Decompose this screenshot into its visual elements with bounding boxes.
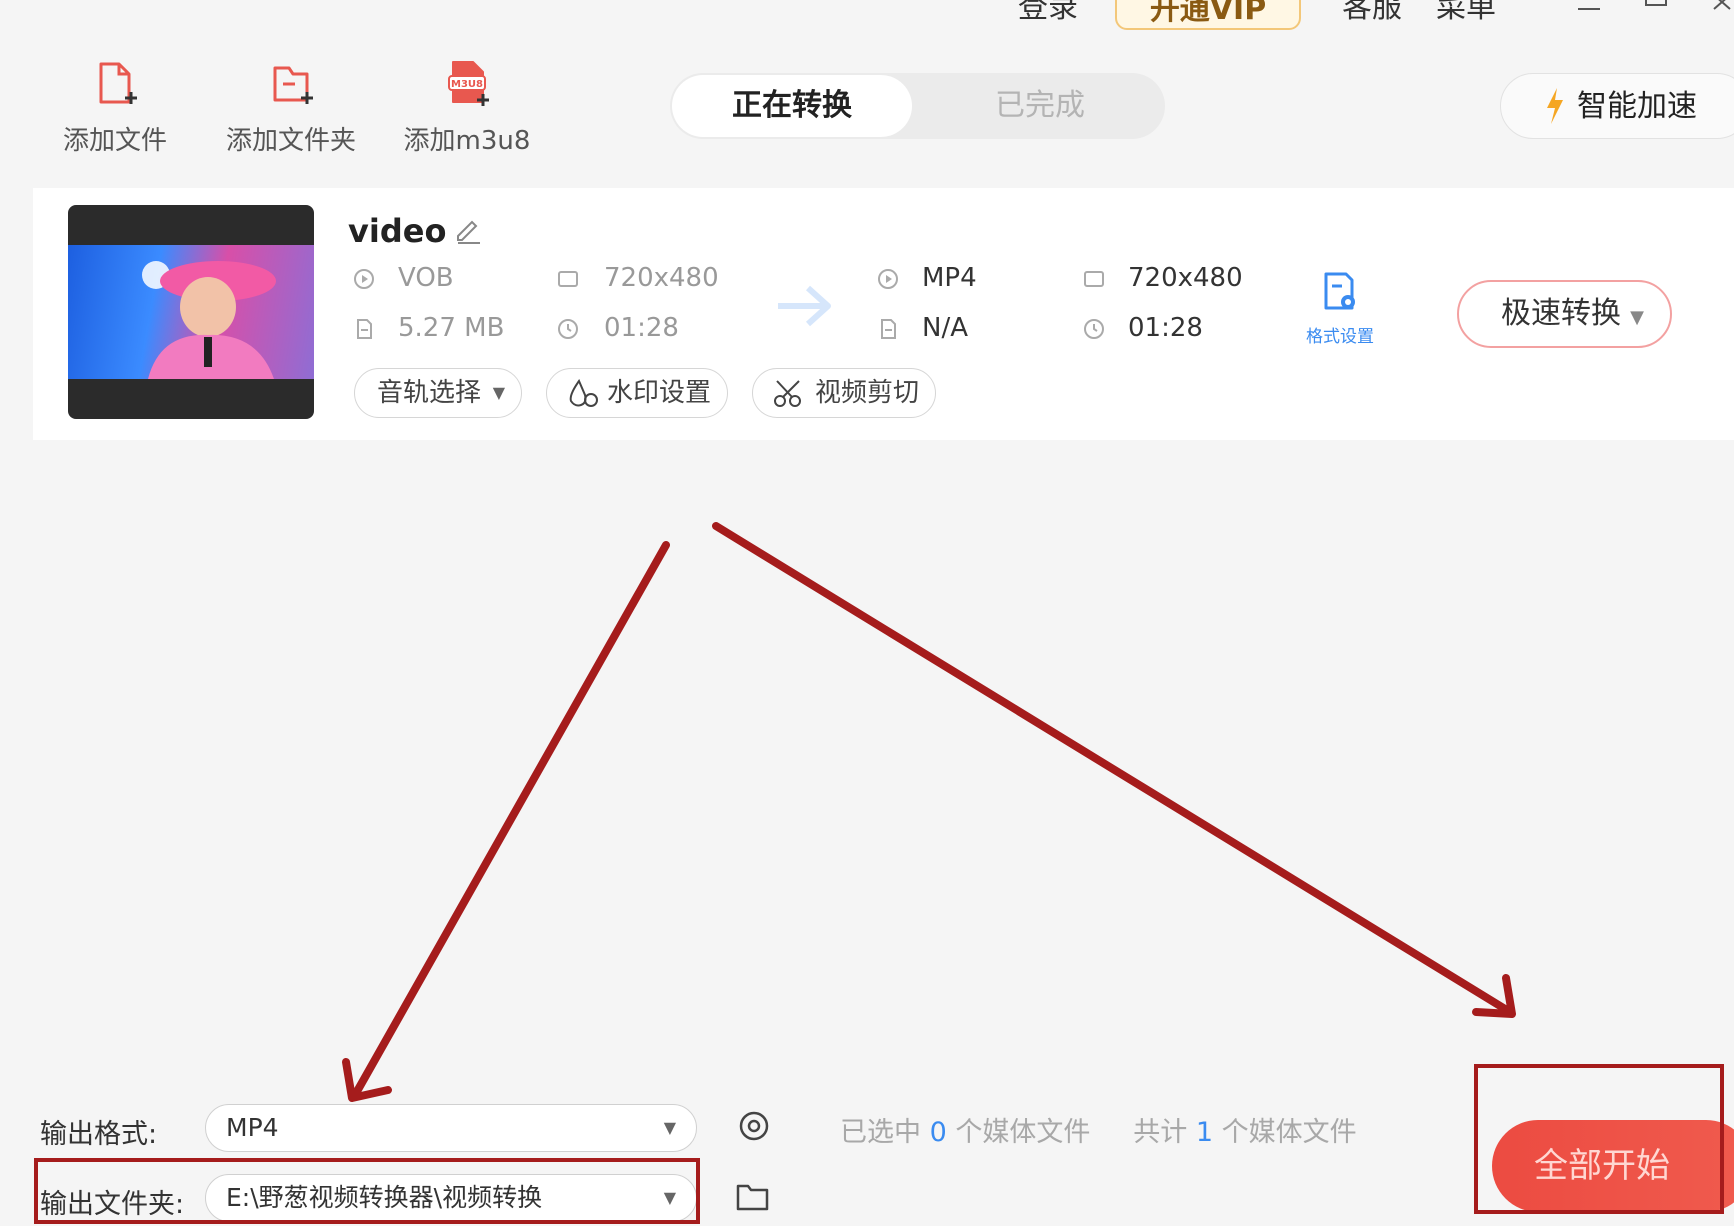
add-file-button[interactable]: 添加文件: [40, 58, 190, 157]
minimize-icon[interactable]: [1576, 0, 1602, 10]
file-name: video: [348, 212, 447, 250]
target-duration: 01:28: [1128, 313, 1203, 343]
total-count: 1: [1195, 1117, 1214, 1148]
folder-icon[interactable]: [736, 1182, 770, 1212]
selected-suffix: 个媒体文件: [955, 1117, 1091, 1148]
convert-arrow-icon: [778, 285, 831, 327]
login-link[interactable]: 登录: [1018, 0, 1078, 26]
format-settings-button[interactable]: 格式设置: [1300, 270, 1380, 347]
output-format-value: MP4: [226, 1113, 279, 1142]
m3u8-file-icon: M3U8: [448, 61, 489, 106]
selected-count: 0: [929, 1117, 947, 1148]
chevron-down-icon: ▼: [663, 1118, 676, 1137]
smart-acceleration-button[interactable]: 智能加速: [1500, 73, 1734, 139]
clock-icon: [558, 319, 578, 339]
watermark-settings-button[interactable]: 水印设置: [546, 368, 728, 418]
video-clip-label: 视频剪切: [815, 378, 920, 408]
file-size-icon: [357, 319, 372, 339]
annotation-box-output-folder: [34, 1158, 700, 1224]
video-thumbnail[interactable]: [68, 205, 314, 419]
annotation-arrowhead-right: [1472, 974, 1516, 1018]
maximize-icon[interactable]: [1644, 0, 1670, 6]
target-clock-icon: [1084, 319, 1104, 339]
chevron-down-icon: ▼: [1630, 307, 1644, 328]
source-duration: 01:28: [604, 313, 679, 343]
watermark-icon: [569, 379, 598, 407]
chevron-down-icon: ▼: [492, 383, 505, 402]
edit-name-icon[interactable]: [452, 214, 484, 246]
tab-converting[interactable]: 正在转换: [672, 75, 912, 137]
format-settings-icon: [1324, 272, 1355, 310]
target-size: N/A: [922, 313, 968, 343]
add-m3u8-button[interactable]: M3U8 添加m3u8: [392, 58, 542, 157]
output-format-select[interactable]: MP4 ▼: [205, 1104, 697, 1152]
target-resolution-icon: [1084, 271, 1104, 287]
file-count-stats: 已选中 0 个媒体文件 共计 1 个媒体文件: [840, 1110, 1357, 1149]
annotation-arrows: [342, 522, 1516, 1102]
target-format-icon: [878, 269, 898, 289]
format-icon: [354, 269, 374, 289]
audio-track-dropdown[interactable]: 音轨选择 ▼: [354, 368, 522, 418]
m3u8-badge: M3U8: [451, 79, 483, 90]
total-suffix: 个媒体文件: [1221, 1117, 1357, 1148]
lightning-icon: [1547, 88, 1563, 124]
annotation-arrow-left: [351, 541, 670, 1099]
thumbnail-scene: [68, 245, 314, 379]
total-prefix: 共计: [1133, 1117, 1188, 1148]
add-folder-label: 添加文件夹: [225, 126, 356, 156]
customer-service-link[interactable]: 客服: [1342, 0, 1402, 26]
video-clip-button[interactable]: 视频剪切: [752, 368, 936, 418]
add-folder-icon: [273, 66, 313, 104]
fast-convert-dropdown[interactable]: 极速转换 ▼: [1457, 280, 1672, 348]
add-file-icon: [99, 62, 137, 104]
source-resolution: 720x480: [604, 263, 719, 293]
annotation-arrowhead-left: [342, 1058, 392, 1102]
close-icon[interactable]: [1712, 0, 1734, 10]
fast-convert-label: 极速转换: [1501, 296, 1621, 331]
add-m3u8-label: 添加m3u8: [403, 126, 531, 156]
menu-link[interactable]: 菜单: [1436, 0, 1496, 26]
audio-track-label: 音轨选择: [377, 378, 482, 408]
selected-prefix: 已选中: [840, 1117, 921, 1148]
resolution-icon: [558, 271, 578, 287]
status-tabs: 正在转换 已完成: [670, 73, 1165, 139]
source-size: 5.27 MB: [398, 313, 505, 343]
tab-completed[interactable]: 已完成: [915, 73, 1165, 139]
watermark-label: 水印设置: [607, 378, 712, 408]
annotation-box-start-all: [1474, 1064, 1724, 1214]
target-resolution: 720x480: [1128, 263, 1243, 293]
target-size-icon: [881, 319, 896, 339]
smart-acceleration-label: 智能加速: [1577, 89, 1697, 124]
output-format-label: 输出格式:: [40, 1119, 158, 1150]
source-format: VOB: [398, 263, 454, 293]
annotation-arrow-right: [712, 522, 1514, 1016]
add-folder-button[interactable]: 添加文件夹: [216, 58, 366, 157]
format-settings-label: 格式设置: [1306, 327, 1374, 347]
scissors-icon: [774, 380, 801, 407]
open-vip-button[interactable]: 开通VIP: [1115, 0, 1301, 30]
settings-gear-icon[interactable]: [736, 1108, 772, 1144]
target-format: MP4: [922, 263, 977, 293]
add-file-label: 添加文件: [62, 126, 167, 156]
